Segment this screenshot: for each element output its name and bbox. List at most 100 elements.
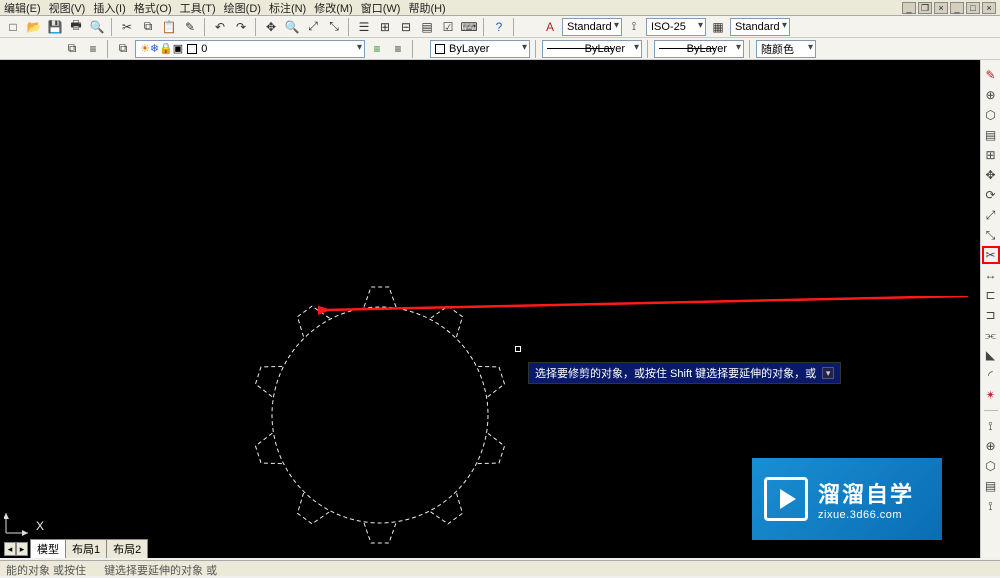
annotation-arrow xyxy=(318,296,978,326)
inquiry-distance-icon[interactable]: ⟟ xyxy=(982,417,1000,435)
pan-icon[interactable]: ✥ xyxy=(262,18,280,36)
help-icon[interactable]: ? xyxy=(490,18,508,36)
menu-modify[interactable]: 修改(M) xyxy=(314,0,353,16)
app-maximize-button[interactable]: □ xyxy=(966,2,980,14)
separator xyxy=(107,40,109,58)
extend-tool-icon[interactable]: ↔ xyxy=(982,266,1000,284)
layer-states-icon[interactable]: ≡ xyxy=(389,40,407,58)
fillet-tool-icon[interactable]: ◜ xyxy=(982,366,1000,384)
menu-window[interactable]: 窗口(W) xyxy=(361,0,401,16)
lineweight-dropdown[interactable]: ByLayer xyxy=(654,40,744,58)
quickcalc-icon[interactable]: ⌨ xyxy=(460,18,478,36)
text-style-dropdown[interactable]: Standard xyxy=(562,18,622,36)
chamfer-tool-icon[interactable]: ◣ xyxy=(982,346,1000,364)
rotate-tool-icon[interactable]: ⟳ xyxy=(982,186,1000,204)
menu-view[interactable]: 视图(V) xyxy=(49,0,86,16)
separator xyxy=(412,40,414,58)
mirror-tool-icon[interactable]: ⬡ xyxy=(982,106,1000,124)
doc-close-button[interactable]: × xyxy=(934,2,948,14)
array-tool-icon[interactable]: ⊞ xyxy=(982,146,1000,164)
redo-icon[interactable]: ↷ xyxy=(232,18,250,36)
inquiry-area-icon[interactable]: ⊕ xyxy=(982,437,1000,455)
matchprop-icon[interactable]: ✎ xyxy=(181,18,199,36)
trim-tool-icon[interactable]: ✂ xyxy=(982,246,1000,264)
copy-icon[interactable]: ⧉ xyxy=(139,18,157,36)
plot-style-dropdown[interactable]: 随颜色 xyxy=(756,40,816,58)
table-style-icon[interactable]: ▦ xyxy=(709,18,727,36)
offset-tool-icon[interactable]: ▤ xyxy=(982,126,1000,144)
dynamic-input-prompt: 选择要修剪的对象，或按住 Shift 键选择要延伸的对象，或 ▾ xyxy=(528,362,841,384)
menu-draw[interactable]: 绘图(D) xyxy=(224,0,261,16)
menu-format[interactable]: 格式(O) xyxy=(134,0,172,16)
tab-layout1[interactable]: 布局1 xyxy=(65,539,107,558)
cut-icon[interactable]: ✂ xyxy=(118,18,136,36)
move-tool-icon[interactable]: ✥ xyxy=(982,166,1000,184)
inquiry-id-icon[interactable]: ⟟ xyxy=(982,497,1000,515)
layer-previous-icon[interactable]: ≡ xyxy=(368,40,386,58)
separator xyxy=(749,40,751,58)
break-tool-icon[interactable]: ⊐ xyxy=(982,306,1000,324)
open-icon[interactable]: 📂 xyxy=(25,18,43,36)
design-center-icon[interactable]: ⊞ xyxy=(376,18,394,36)
layer-freeze-icon: ❄ xyxy=(150,42,159,55)
tab-scroll-arrows[interactable]: ◂▸ xyxy=(4,542,28,556)
text-style-icon[interactable]: A xyxy=(541,18,559,36)
paste-icon[interactable]: 📋 xyxy=(160,18,178,36)
layer-on-icon: ☀ xyxy=(140,42,150,55)
new-icon[interactable]: □ xyxy=(4,18,22,36)
prompt-options-icon[interactable]: ▾ xyxy=(822,367,834,379)
layout-tabs: ◂▸ 模型 布局1 布局2 xyxy=(4,539,147,558)
drawing-canvas[interactable]: 选择要修剪的对象，或按住 Shift 键选择要延伸的对象，或 ▾ X ◂▸ 模型… xyxy=(0,60,980,558)
plot-icon[interactable]: 🖶 xyxy=(67,18,85,36)
erase-icon[interactable]: ✎ xyxy=(982,66,1000,84)
zoom-realtime-icon[interactable]: 🔍 xyxy=(283,18,301,36)
menu-insert[interactable]: 插入(I) xyxy=(93,0,125,16)
menu-tools[interactable]: 工具(T) xyxy=(180,0,216,16)
scale-tool-icon[interactable]: ⤢ xyxy=(982,206,1000,224)
linetype-dropdown[interactable]: ByLayer xyxy=(542,40,642,58)
tab-layout2[interactable]: 布局2 xyxy=(106,539,148,558)
menu-help[interactable]: 帮助(H) xyxy=(408,0,445,16)
pickbox-cursor xyxy=(515,346,521,352)
explode-tool-icon[interactable]: ✴ xyxy=(982,386,1000,404)
tool-palettes-icon[interactable]: ⊟ xyxy=(397,18,415,36)
zoom-window-icon[interactable]: ⤢ xyxy=(304,18,322,36)
layer-dropdown[interactable]: ☀ ❄ 🔒 ▣ 0 xyxy=(135,40,365,58)
inquiry-list-icon[interactable]: ▤ xyxy=(982,477,1000,495)
layer-manager-icon[interactable]: ⧉ xyxy=(63,40,81,58)
status-bar: 能的对象 或按住 键选择要延伸的对象 或 xyxy=(0,560,1000,576)
sheet-set-icon[interactable]: ▤ xyxy=(418,18,436,36)
menu-dimension[interactable]: 标注(N) xyxy=(269,0,306,16)
app-minimize-button[interactable]: _ xyxy=(950,2,964,14)
break-at-point-icon[interactable]: ⊏ xyxy=(982,286,1000,304)
markup-icon[interactable]: ☑ xyxy=(439,18,457,36)
copy-tool-icon[interactable]: ⊕ xyxy=(982,86,1000,104)
status-text-2: 键选择要延伸的对象 或 xyxy=(104,562,217,575)
table-style-dropdown[interactable]: Standard xyxy=(730,18,790,36)
stretch-tool-icon[interactable]: ⤡ xyxy=(982,226,1000,244)
color-dropdown[interactable]: ByLayer xyxy=(430,40,530,58)
play-icon xyxy=(764,477,808,521)
layer-lock-icon: 🔒 xyxy=(159,42,173,55)
color-swatch-icon xyxy=(435,44,445,54)
layers-properties-toolbar: ⧉ ≡ ⧉ ☀ ❄ 🔒 ▣ 0 ≡ ≡ ByLayer ByLayer ByLa… xyxy=(0,38,1000,60)
doc-minimize-button[interactable]: _ xyxy=(902,2,916,14)
zoom-previous-icon[interactable]: ⤡ xyxy=(325,18,343,36)
plot-preview-icon[interactable]: 🔍 xyxy=(88,18,106,36)
join-tool-icon[interactable]: ⫘ xyxy=(982,326,1000,344)
menu-edit[interactable]: 编辑(E) xyxy=(4,0,41,16)
layer-tools-icon[interactable]: ≡ xyxy=(84,40,102,58)
inquiry-region-icon[interactable]: ⬡ xyxy=(982,457,1000,475)
standard-toolbar: □ 📂 💾 🖶 🔍 ✂ ⧉ 📋 ✎ ↶ ↷ ✥ 🔍 ⤢ ⤡ ☰ ⊞ ⊟ ▤ ☑ … xyxy=(0,16,1000,38)
undo-icon[interactable]: ↶ xyxy=(211,18,229,36)
dim-style-dropdown[interactable]: ISO-25 xyxy=(646,18,706,36)
prompt-text: 选择要修剪的对象，或按住 Shift 键选择要延伸的对象，或 xyxy=(535,365,816,381)
layer-props-icon[interactable]: ⧉ xyxy=(114,40,132,58)
dim-style-icon[interactable]: ⟟ xyxy=(625,18,643,36)
doc-restore-button[interactable]: ❐ xyxy=(918,2,932,14)
layer-name: 0 xyxy=(201,43,207,55)
tab-model[interactable]: 模型 xyxy=(30,539,66,558)
app-close-button[interactable]: × xyxy=(982,2,996,14)
save-icon[interactable]: 💾 xyxy=(46,18,64,36)
properties-icon[interactable]: ☰ xyxy=(355,18,373,36)
